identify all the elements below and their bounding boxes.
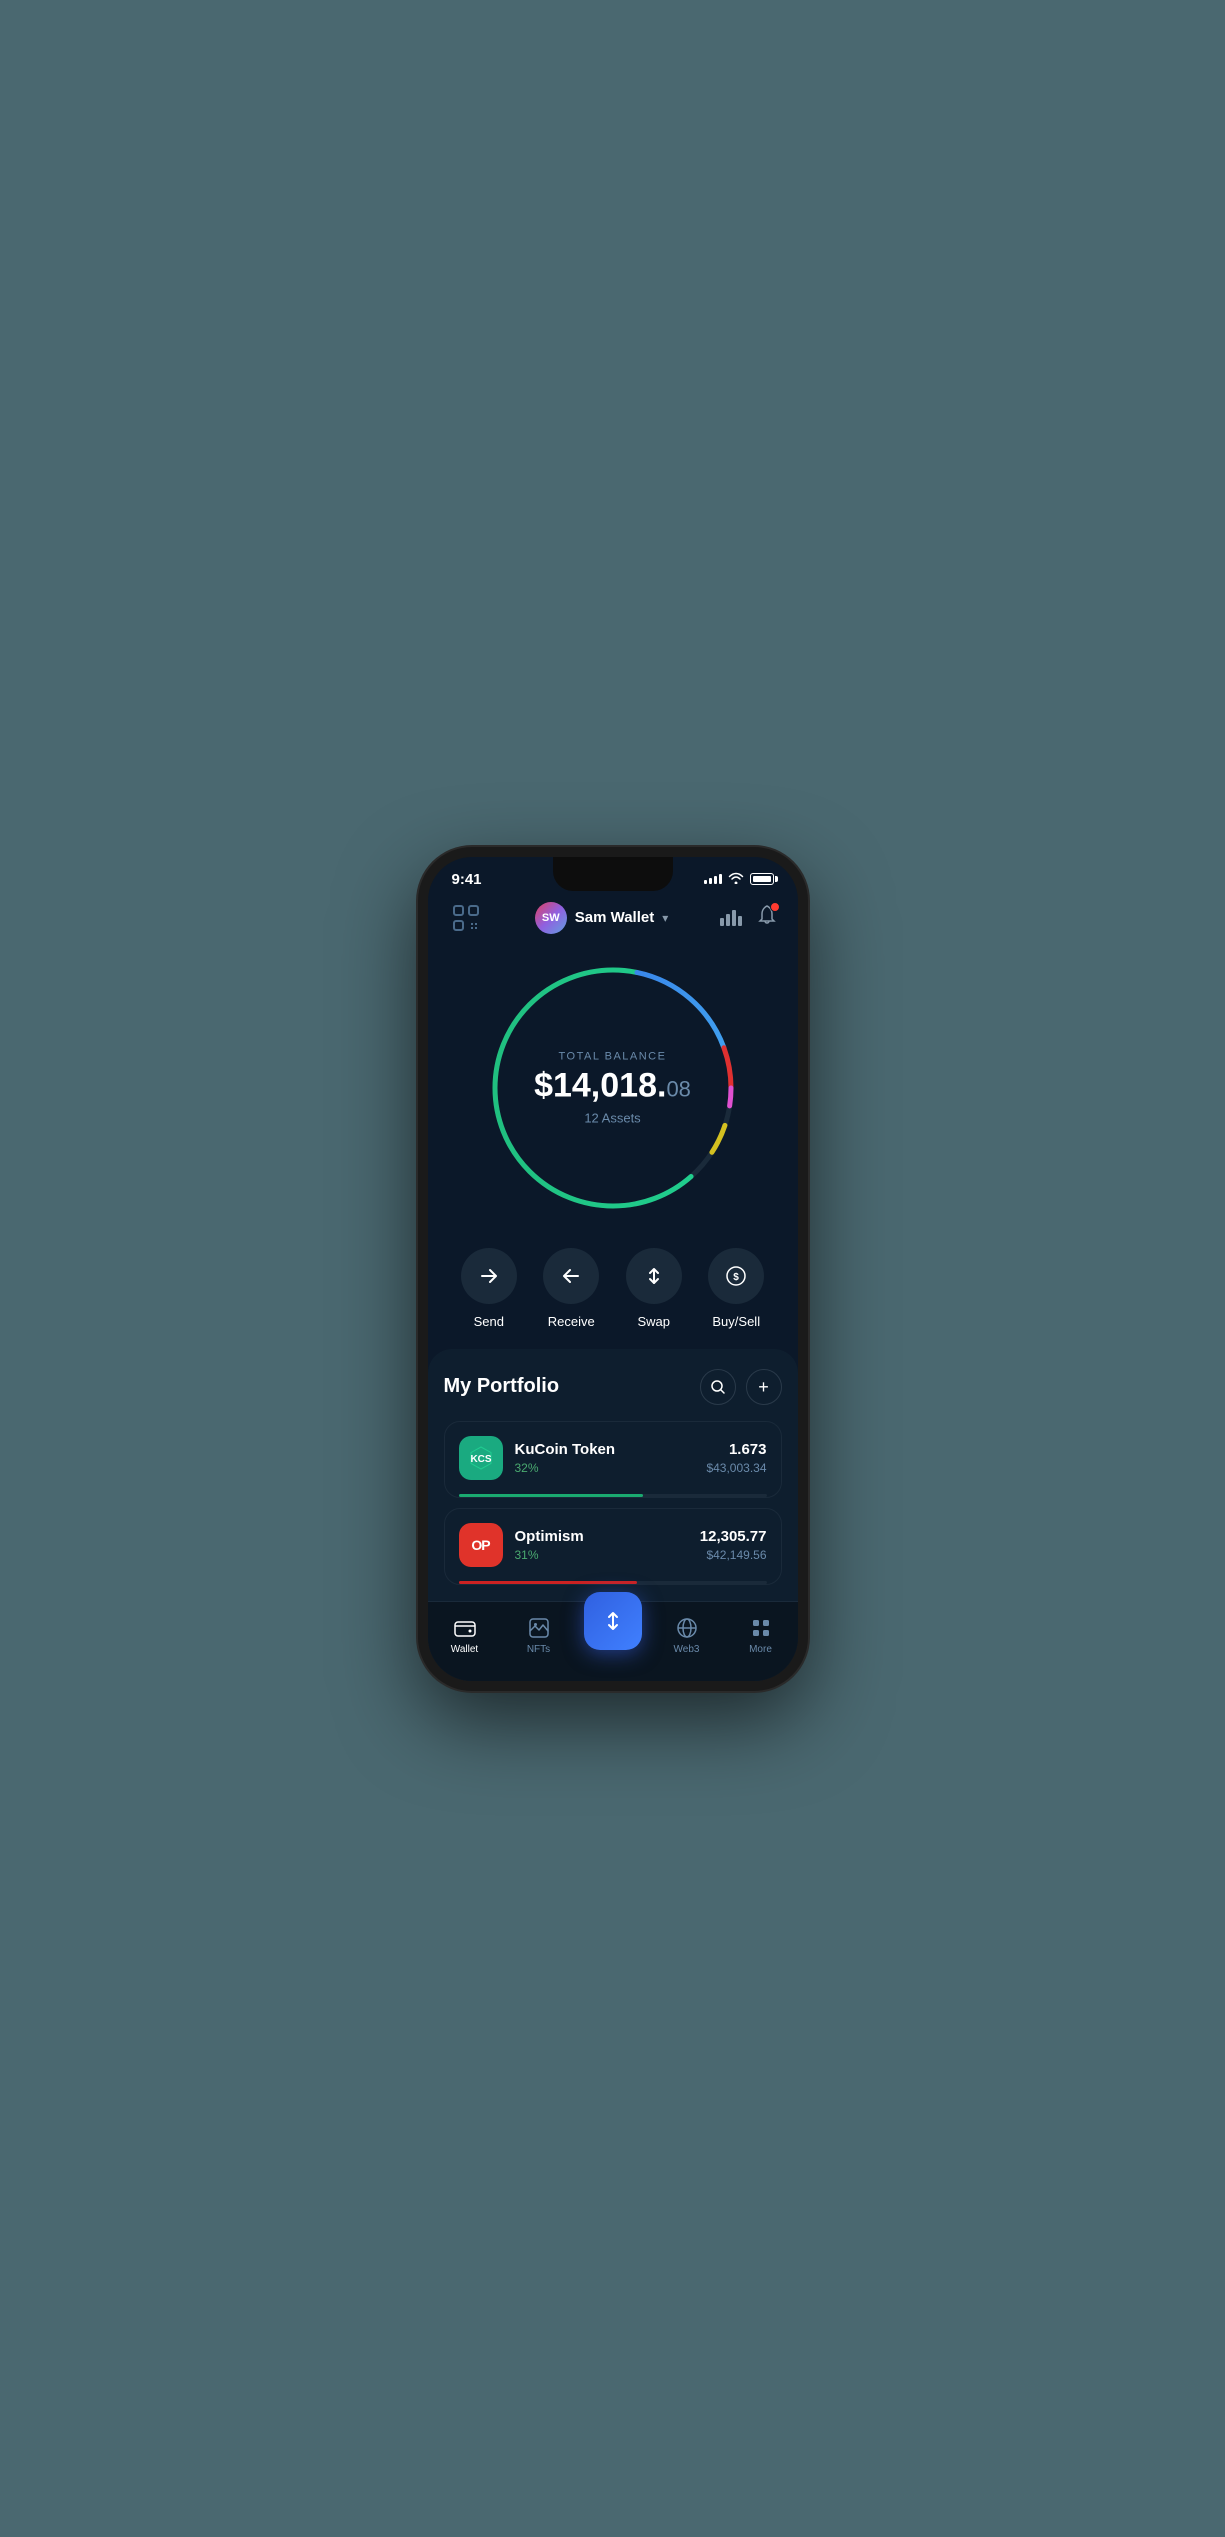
balance-assets: 12 Assets [523, 1110, 703, 1125]
receive-button[interactable]: Receive [543, 1248, 599, 1329]
nav-more-label: More [749, 1644, 772, 1655]
phone-frame: 9:41 [418, 847, 808, 1691]
optimism-amount: 12,305.77 [700, 1528, 767, 1545]
optimism-progress-fill [459, 1581, 638, 1584]
balance-amount: $14,018.08 [523, 1068, 703, 1102]
kucoin-amount: 1.673 [706, 1441, 766, 1458]
kucoin-name: KuCoin Token [515, 1441, 695, 1458]
nav-wallet-label: Wallet [451, 1644, 478, 1655]
battery-icon [750, 873, 774, 885]
kucoin-info: KuCoin Token 32% [515, 1441, 695, 1475]
notification-badge [770, 902, 780, 912]
nav-nfts[interactable]: NFTs [502, 1612, 576, 1655]
send-button[interactable]: Send [461, 1248, 517, 1329]
svg-text:$: $ [733, 1272, 739, 1283]
wifi-icon [728, 872, 744, 887]
asset-item-kucoin[interactable]: KCS KuCoin Token 32% 1.673 $43,003.34 [444, 1421, 782, 1498]
portfolio-header: My Portfolio + [444, 1369, 782, 1405]
kucoin-usd: $43,003.34 [706, 1461, 766, 1475]
buysell-icon: $ [708, 1248, 764, 1304]
kucoin-progress-fill [459, 1494, 644, 1497]
app-header: SW Sam Wallet ▾ [428, 892, 798, 948]
receive-icon [543, 1248, 599, 1304]
balance-info: TOTAL BALANCE $14,018.08 12 Assets [523, 1050, 703, 1125]
optimism-progress-bar [459, 1581, 767, 1584]
scan-button[interactable] [448, 900, 484, 936]
notch [553, 857, 673, 891]
signal-icon [704, 874, 722, 884]
action-buttons: Send Receive Swap [428, 1238, 798, 1349]
send-label: Send [474, 1314, 504, 1329]
nav-more[interactable]: More [724, 1612, 798, 1655]
svg-text:KCS: KCS [470, 1454, 491, 1465]
optimism-values: 12,305.77 $42,149.56 [700, 1528, 767, 1562]
notifications-button[interactable] [756, 904, 778, 931]
avatar: SW [535, 902, 567, 934]
kucoin-icon: KCS [459, 1436, 503, 1480]
bottom-nav: Wallet NFTs [428, 1601, 798, 1681]
asset-item-optimism[interactable]: OP Optimism 31% 12,305.77 $42,149.56 [444, 1508, 782, 1585]
portfolio-title: My Portfolio [444, 1375, 560, 1398]
wallet-name: Sam Wallet [575, 909, 654, 926]
nav-nfts-label: NFTs [527, 1644, 550, 1655]
asset-row-optimism: OP Optimism 31% 12,305.77 $42,149.56 [459, 1523, 767, 1581]
balance-section: TOTAL BALANCE $14,018.08 12 Assets [428, 948, 798, 1238]
wallet-selector[interactable]: SW Sam Wallet ▾ [535, 902, 669, 934]
portfolio-add-button[interactable]: + [746, 1369, 782, 1405]
nav-wallet[interactable]: Wallet [428, 1612, 502, 1655]
nav-center-button[interactable] [584, 1592, 642, 1650]
optimism-percent: 31% [515, 1548, 688, 1562]
nav-web3[interactable]: Web3 [650, 1612, 724, 1655]
optimism-icon: OP [459, 1523, 503, 1567]
portfolio-actions: + [700, 1369, 782, 1405]
kucoin-values: 1.673 $43,003.34 [706, 1441, 766, 1475]
status-icons [704, 872, 774, 887]
send-icon [461, 1248, 517, 1304]
chevron-down-icon: ▾ [662, 911, 668, 925]
status-time: 9:41 [452, 871, 482, 888]
swap-button[interactable]: Swap [626, 1248, 682, 1329]
optimism-usd: $42,149.56 [700, 1548, 767, 1562]
swap-label: Swap [637, 1314, 670, 1329]
portfolio-search-button[interactable] [700, 1369, 736, 1405]
balance-label: TOTAL BALANCE [523, 1050, 703, 1062]
buysell-label: Buy/Sell [712, 1314, 760, 1329]
balance-circle: TOTAL BALANCE $14,018.08 12 Assets [483, 958, 743, 1218]
receive-label: Receive [548, 1314, 595, 1329]
analytics-button[interactable] [720, 910, 742, 926]
asset-row-kucoin: KCS KuCoin Token 32% 1.673 $43,003.34 [459, 1436, 767, 1494]
buysell-button[interactable]: $ Buy/Sell [708, 1248, 764, 1329]
swap-icon [626, 1248, 682, 1304]
optimism-info: Optimism 31% [515, 1528, 688, 1562]
header-right-actions [720, 904, 778, 931]
kucoin-percent: 32% [515, 1461, 695, 1475]
kucoin-progress-bar [459, 1494, 767, 1497]
phone-screen: 9:41 [428, 857, 798, 1681]
optimism-name: Optimism [515, 1528, 688, 1545]
nav-center-area [576, 1592, 650, 1650]
nav-web3-label: Web3 [674, 1644, 700, 1655]
